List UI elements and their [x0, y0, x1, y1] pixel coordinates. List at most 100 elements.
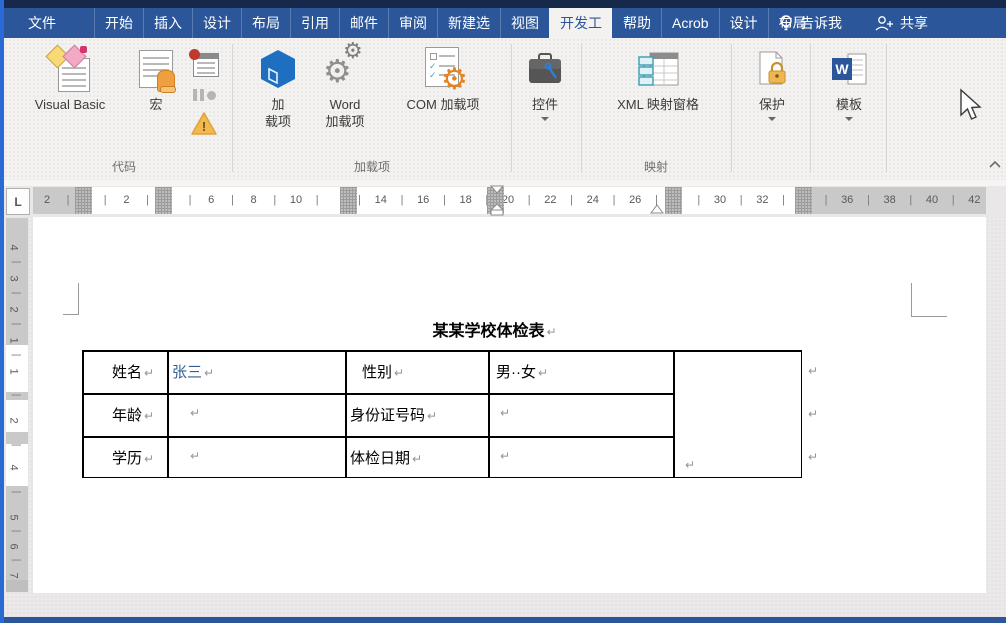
v-ruler-band: [6, 400, 28, 432]
ruler-tick: |: [400, 194, 404, 206]
tabbar-right-tools: 告诉我 共享: [778, 8, 928, 38]
protect-button[interactable]: 保护: [740, 44, 804, 146]
group-label-addins: 加载项: [353, 160, 391, 174]
ruler-tick: |: [951, 194, 955, 206]
table-column-marker[interactable]: [75, 187, 92, 214]
group-separator: [810, 44, 811, 172]
v-ruler-tick: |: [10, 291, 22, 295]
lightbulb-icon: [780, 15, 792, 31]
ruler-number: 26: [629, 194, 642, 206]
ruler-tick: |: [570, 194, 574, 206]
protect-label: 保护: [758, 97, 785, 112]
ruler-number: 18: [459, 194, 472, 206]
v-ruler-number: 1: [7, 337, 20, 344]
ruler-tick: |: [739, 194, 743, 206]
tab-design[interactable]: 设计: [192, 8, 241, 38]
ruler-tick: |: [103, 194, 107, 206]
tab-view[interactable]: 视图: [500, 8, 549, 38]
tab-file[interactable]: 文件: [18, 8, 66, 38]
tab-review[interactable]: 审阅: [388, 8, 437, 38]
window-left-edge: [0, 0, 4, 623]
tell-me-label[interactable]: 告诉我: [800, 13, 842, 33]
ruler-number: 2: [123, 194, 130, 206]
v-ruler-number: 7: [7, 572, 20, 579]
word-addins-button[interactable]: ⚙ ⚙ Word 加载项: [313, 41, 377, 146]
protect-dropdown-caret: [768, 117, 776, 121]
tab-design2[interactable]: 设计: [718, 8, 768, 38]
exam-form-table[interactable]: [82, 350, 802, 478]
visual-basic-button[interactable]: Visual Basic: [14, 44, 126, 146]
table-column-marker[interactable]: [665, 187, 682, 214]
group-separator: [232, 44, 233, 172]
macros-button[interactable]: 宏: [130, 44, 182, 146]
document-title-line[interactable]: 某某学校体检表 ↵: [78, 317, 911, 341]
share-person-icon: [875, 16, 893, 31]
controls-button[interactable]: 控件: [516, 44, 574, 146]
table-column-marker[interactable]: [340, 187, 357, 214]
group-separator: [731, 44, 732, 172]
ruler-number: 36: [841, 194, 854, 206]
macros-label: 宏: [149, 97, 163, 112]
first-line-indent-marker[interactable]: [490, 185, 504, 194]
template-button[interactable]: W 模板: [818, 44, 880, 146]
xml-mapping-pane-button[interactable]: XML 映射窗格: [588, 44, 728, 146]
tab-insert[interactable]: 插入: [143, 8, 192, 38]
hanging-indent-marker[interactable]: [490, 203, 504, 217]
ruler-tick: |: [782, 194, 786, 206]
tab-home[interactable]: 开始: [94, 8, 143, 38]
tab-layout[interactable]: 布局: [241, 8, 290, 38]
v-ruler-tail: [6, 580, 28, 592]
xml-mapping-pane-label: XML 映射窗格: [617, 97, 699, 112]
table-column-marker[interactable]: [155, 187, 172, 214]
pause-recording-button[interactable]: [187, 86, 221, 104]
ruler-tick: |: [866, 194, 870, 206]
ruler-tick: |: [315, 194, 319, 206]
margin-crop-mark: [911, 316, 947, 317]
template-label: 模板: [835, 97, 862, 112]
word-addins-label-line1: Word: [329, 97, 361, 112]
tab-mailings[interactable]: 邮件: [339, 8, 388, 38]
ruler-number: 10: [289, 194, 303, 206]
ruler-tick: |: [188, 194, 192, 206]
v-ruler-tick: |: [10, 529, 22, 533]
v-ruler-number: 3: [7, 275, 20, 282]
margin-crop-mark: [911, 283, 912, 317]
ruler-tick: |: [612, 194, 616, 206]
group-label-mapping: 映射: [643, 160, 669, 174]
template-dropdown-caret: [845, 117, 853, 121]
tab-help[interactable]: 帮助: [612, 8, 661, 38]
v-ruler-number: 6: [7, 543, 20, 550]
tab-stop-selector[interactable]: L: [6, 188, 30, 215]
addins-button[interactable]: 加 载项: [247, 44, 309, 146]
controls-label: 控件: [531, 97, 558, 112]
com-addins-icon: ✓ ✓ ⚙: [419, 44, 468, 96]
v-ruler-number: 2: [7, 417, 20, 424]
ruler-top-gap: [4, 180, 1006, 186]
macro-security-button[interactable]: !: [187, 108, 221, 138]
table-column-marker[interactable]: [795, 187, 812, 214]
v-ruler-tick: |: [10, 353, 22, 357]
group-separator: [511, 44, 512, 172]
left-indent-marker[interactable]: [650, 204, 664, 214]
collapse-ribbon-chevron[interactable]: [988, 159, 1002, 169]
com-addins-button[interactable]: ✓ ✓ ⚙ COM 加载项: [380, 44, 506, 146]
vertical-ruler[interactable]: 4 3 2 1 1 2 4 5 6 7 | | | | | | | | |: [6, 218, 28, 592]
horizontal-ruler[interactable]: 2|||||||||||||||||||||||2468101416182022…: [33, 187, 986, 214]
ruler-number: 32: [756, 194, 769, 206]
group-separator: [886, 44, 887, 172]
tab-new-tab[interactable]: 新建选: [437, 8, 500, 38]
tab-developer[interactable]: 开发工: [549, 8, 612, 38]
com-addins-label: COM 加载项: [406, 97, 480, 112]
record-macro-button[interactable]: [187, 48, 221, 80]
addins-label-line2: 载项: [264, 114, 291, 129]
share-label[interactable]: 共享: [900, 13, 928, 33]
template-word-doc-icon: W: [828, 44, 870, 96]
v-ruler-tick: |: [10, 393, 22, 397]
tab-references[interactable]: 引用: [290, 8, 339, 38]
tab-acrobat[interactable]: Acrob: [661, 8, 719, 38]
ribbon: Visual Basic 宏 ! 代码 加 载项 ⚙ ⚙ Word 加载项 ✓ …: [4, 38, 1006, 181]
svg-text:W: W: [835, 61, 849, 77]
protect-lock-icon: [752, 44, 792, 96]
ruler-writable-area: [92, 187, 810, 214]
addins-cube-icon: [256, 44, 300, 96]
